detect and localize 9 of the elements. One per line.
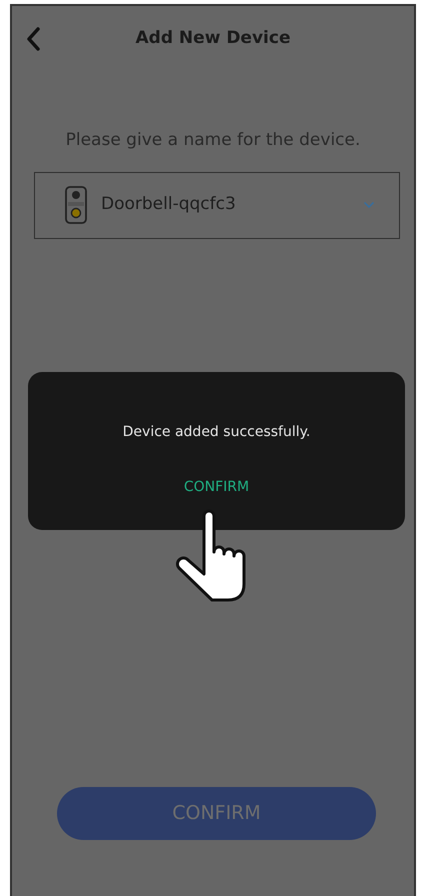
back-icon bbox=[26, 27, 40, 51]
device-name-dropdown[interactable]: Doorbell-qqcfc3 bbox=[34, 172, 400, 238]
screen-title: Add New Device bbox=[136, 27, 290, 50]
confirm-button[interactable]: CONFIRM bbox=[57, 787, 376, 840]
dialog-confirm-button[interactable]: CONFIRM bbox=[180, 477, 254, 498]
dialog-message: Device added successfully. bbox=[122, 423, 310, 442]
doorbell-icon bbox=[65, 186, 87, 224]
prompt-text: Please give a name for the device. bbox=[64, 129, 362, 152]
chevron-down-icon bbox=[363, 201, 375, 209]
